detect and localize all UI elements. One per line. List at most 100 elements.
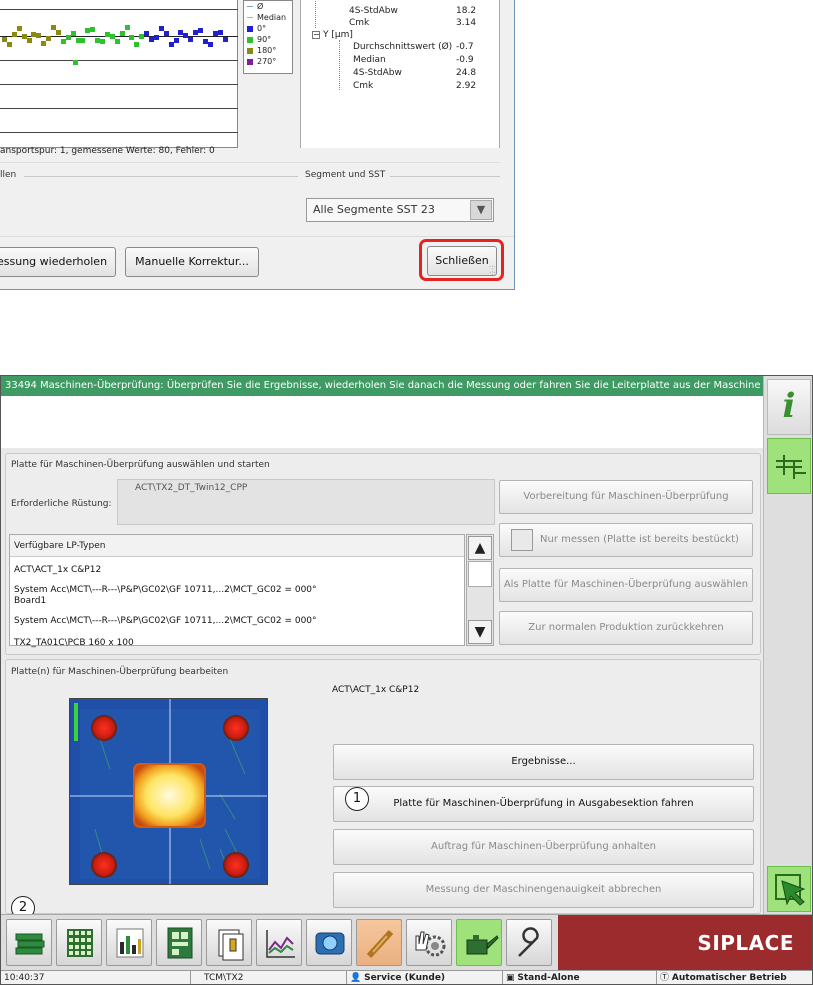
button-row-divider xyxy=(0,236,514,237)
legend-item-avg: Ø xyxy=(247,1,292,12)
list-item[interactable]: System Acc\MCT\---R---\P&P\GC02\GF 10711… xyxy=(14,585,317,595)
list-item[interactable]: TX2_TA01C\PCB 160 x 100 xyxy=(14,638,134,648)
board-image xyxy=(69,698,268,885)
group-divider xyxy=(24,176,298,177)
measurement-status: ansportspur: 1, gemessene Werte: 80, Feh… xyxy=(0,146,215,156)
plot-point xyxy=(188,37,194,42)
stacked-boards-icon xyxy=(15,933,45,955)
bar-statistics-icon xyxy=(116,928,144,958)
stop-job-button[interactable]: Auftrag für Maschinen-Überprüfung anhalt… xyxy=(333,829,754,865)
board-view-button[interactable] xyxy=(767,438,811,494)
brand-logo: SIPLACE xyxy=(558,915,812,971)
exit-board-button[interactable] xyxy=(767,866,811,912)
machine-icon: ▣ xyxy=(506,973,515,983)
group-divider xyxy=(390,176,500,177)
taskbar-button-stacks[interactable] xyxy=(6,919,52,966)
group-label-left: llen xyxy=(0,170,17,180)
board-type-list[interactable]: Verfügbare LP-Typen ACT\ACT_1x C&P12 Sys… xyxy=(9,534,465,648)
repeat-measurement-button[interactable]: essung wiederholen xyxy=(0,247,116,277)
segment-select[interactable]: Alle Segmente SST 23 xyxy=(306,198,494,222)
measurement-plot xyxy=(0,0,238,148)
prepare-check-button[interactable]: Vorbereitung für Maschinen-Überprüfung xyxy=(499,480,753,514)
edit-panel-title: Platte(n) für Maschinen-Überprüfung bear… xyxy=(11,667,229,677)
legend-swatch xyxy=(247,58,253,65)
plot-point xyxy=(90,27,96,32)
plot-point xyxy=(153,35,159,40)
taskbar-button-nozzle[interactable] xyxy=(356,919,402,966)
main-taskbar: SIPLACE xyxy=(1,914,812,971)
taskbar-button-service[interactable] xyxy=(506,919,552,966)
tree-node-y[interactable]: Y [µm] xyxy=(323,30,353,40)
plot-point xyxy=(41,41,47,46)
plot-gridline xyxy=(0,108,238,109)
results-button[interactable]: Ergebnisse... xyxy=(333,744,754,780)
tree-collapse-icon[interactable]: − xyxy=(312,31,320,39)
measure-only-checkbox[interactable] xyxy=(511,529,533,551)
siplace-screen: 33494 Maschinen-Überprüfung: Überprüfen … xyxy=(0,375,813,985)
plot-point xyxy=(36,33,42,38)
taskbar-button-camera[interactable] xyxy=(306,919,352,966)
tree-connector xyxy=(315,0,316,28)
statistics-tree: 4S-StdAbw 18.2 Cmk 3.14 − Y [µm] Durchsc… xyxy=(300,0,500,148)
scroll-thumb[interactable] xyxy=(468,561,492,587)
legend-item-median: Median xyxy=(247,12,292,23)
measure-only-toggle[interactable]: Nur messen (Platte ist bereits bestückt) xyxy=(499,523,753,557)
taskbar-button-machine-check[interactable] xyxy=(456,919,502,966)
taskbar-button-trend[interactable] xyxy=(256,919,302,966)
plot-point xyxy=(134,42,140,47)
plot-point xyxy=(73,60,78,65)
plot-legend: Ø Median 0° 90° 180° 270° xyxy=(243,0,293,74)
tree-value: 2.92 xyxy=(456,81,477,91)
move-to-output-button[interactable]: Platte für Maschinen-Überprüfung in Ausg… xyxy=(333,786,754,822)
select-board-button[interactable]: Als Platte für Maschinen-Überprüfung aus… xyxy=(499,568,753,602)
plot-point xyxy=(80,38,86,43)
status-mode: ▣ Stand-Alone xyxy=(503,971,657,984)
legend-swatch xyxy=(247,47,253,54)
scroll-up-icon[interactable]: ▲ xyxy=(468,536,492,560)
back-to-production-button[interactable]: Zur normalen Produktion zurückkehren xyxy=(499,611,753,645)
list-item[interactable]: Board1 xyxy=(14,596,46,606)
list-item[interactable]: System Acc\MCT\---R---\P&P\GC02\GF 10711… xyxy=(14,616,317,626)
tree-item: Cmk xyxy=(353,81,374,91)
gear-hand-icon xyxy=(415,931,446,957)
list-scrollbar[interactable]: ▲ ▼ xyxy=(466,534,494,646)
setup-value: ACT\TX2_DT_Twin12_CPP xyxy=(117,479,495,525)
plot-point xyxy=(100,39,105,44)
tree-item: Durchschnittswert (Ø) xyxy=(353,42,453,52)
wrench-icon xyxy=(518,927,539,957)
callout-1: 1 xyxy=(345,787,369,811)
message-bar: 33494 Maschinen-Überprüfung: Überprüfen … xyxy=(1,376,763,396)
info-icon[interactable]: i xyxy=(767,379,811,435)
taskbar-button-setup[interactable] xyxy=(156,919,202,966)
section-divider xyxy=(0,162,500,163)
plot-point xyxy=(124,25,130,30)
operation-icon: Ⓣ xyxy=(660,973,670,983)
taskbar-button-statistics[interactable] xyxy=(106,919,152,966)
scroll-down-icon[interactable]: ▼ xyxy=(468,620,492,644)
board-view-icon xyxy=(776,455,806,479)
plot-point xyxy=(129,35,135,40)
dropdown-arrow-icon[interactable]: ▼ xyxy=(470,200,492,220)
legend-swatch xyxy=(247,17,253,18)
tree-connector xyxy=(339,40,340,90)
feeder-icon xyxy=(218,929,244,961)
resize-grip-icon[interactable]: ·:· ·:· xyxy=(489,264,496,277)
plot-gridline xyxy=(0,9,238,10)
plot-gridline xyxy=(0,132,238,133)
tree-value: -0.9 xyxy=(456,55,474,65)
taskbar-button-feeder[interactable] xyxy=(206,919,252,966)
taskbar-button-grid[interactable] xyxy=(56,919,102,966)
manual-correction-button[interactable]: Manuelle Korrektur... xyxy=(125,247,259,277)
tree-value: -0.7 xyxy=(456,42,474,52)
message-area xyxy=(1,396,763,448)
abort-measurement-button[interactable]: Messung der Maschinengenauigkeit abbrech… xyxy=(333,872,754,908)
legend-item-90: 90° xyxy=(247,34,292,45)
results-dialog: Ø Median 0° 90° 180° 270° 4S-StdAbw 18.2… xyxy=(0,0,515,290)
plot-gridline xyxy=(0,60,238,61)
list-item[interactable]: ACT\ACT_1x C&P12 xyxy=(14,565,101,575)
taskbar-button-maintenance[interactable] xyxy=(406,919,452,966)
grid-icon xyxy=(67,929,93,957)
plot-point xyxy=(11,32,17,37)
plot-point xyxy=(26,38,32,43)
board-name: ACT\ACT_1x C&P12 xyxy=(332,685,420,695)
